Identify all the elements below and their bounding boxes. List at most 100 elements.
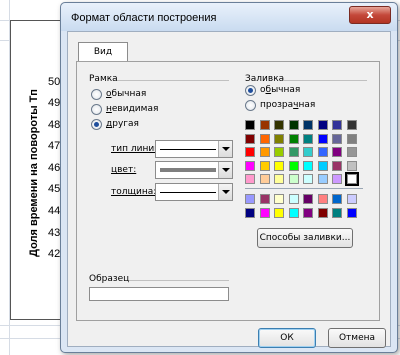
color-swatch[interactable] [245,207,255,218]
y-tick-label: 44 [48,205,61,217]
chevron-down-icon[interactable] [218,141,232,157]
dialog-titlebar[interactable]: Формат области построения x [61,3,397,31]
color-swatch[interactable] [274,133,284,144]
color-swatch[interactable] [274,147,284,157]
color-swatch[interactable] [274,120,284,130]
thickness-preview [160,192,216,193]
color-swatch[interactable] [288,160,299,171]
radio-button-checked[interactable] [91,118,102,130]
radio-button[interactable] [245,99,256,111]
color-swatch[interactable] [346,207,357,218]
option-label: прозрачная [260,100,316,110]
color-swatch[interactable] [288,120,299,130]
color-swatch[interactable] [346,194,357,204]
color-swatch[interactable] [332,174,342,184]
color-swatch[interactable] [317,147,328,157]
cancel-button[interactable]: Отмена [328,328,386,348]
color-swatch[interactable] [344,172,359,186]
chevron-down-icon[interactable] [218,162,232,178]
color-swatch[interactable] [303,133,313,144]
color-swatch[interactable] [259,160,270,171]
border-option-custom[interactable]: другая [91,118,139,130]
line-thickness-dropdown[interactable] [155,183,233,201]
color-swatch[interactable] [245,133,255,144]
color-swatch[interactable] [317,160,328,171]
y-tick-label: 48 [48,119,61,131]
color-swatch[interactable] [332,120,342,130]
color-swatch[interactable] [259,133,270,144]
color-swatch[interactable] [288,194,299,204]
color-label: цвет: [111,165,137,175]
color-swatch[interactable] [288,207,299,218]
color-swatch[interactable] [317,120,328,130]
y-axis-label: Доля времени на повороты Тп [28,89,40,257]
color-swatch[interactable] [288,174,299,184]
radio-button[interactable] [91,103,102,115]
line-preview [160,149,216,150]
y-tick-label: 50 [48,76,61,88]
color-swatch[interactable] [303,160,313,171]
color-swatch[interactable] [303,207,313,218]
option-label: другая [106,119,139,129]
color-swatch[interactable] [259,207,270,218]
color-swatch[interactable] [274,194,284,204]
color-swatch[interactable] [259,120,270,130]
color-swatch[interactable] [332,160,342,171]
color-swatch[interactable] [259,147,270,157]
color-swatch[interactable] [317,194,328,204]
color-swatch[interactable] [332,133,342,144]
color-swatch[interactable] [245,120,255,130]
sample-label: Образец [89,274,130,284]
border-option-regular[interactable]: обычная [91,88,146,100]
border-group-label: Рамка [89,74,118,84]
color-swatch[interactable] [346,133,357,144]
line-type-dropdown[interactable] [155,140,233,158]
color-swatch[interactable] [245,194,255,204]
fill-option-regular[interactable]: обычная [245,84,300,96]
color-swatch[interactable] [332,147,342,157]
color-swatch[interactable] [346,147,357,157]
fill-option-transparent[interactable]: прозрачная [245,99,315,111]
color-swatch[interactable] [274,160,284,171]
color-swatch[interactable] [259,194,270,204]
color-swatch[interactable] [303,120,313,130]
color-swatch[interactable] [245,160,255,171]
color-swatch[interactable] [317,207,328,218]
tab-view[interactable]: Вид [78,42,128,62]
color-swatch[interactable] [274,174,284,184]
color-swatch[interactable] [303,194,313,204]
color-swatch[interactable] [288,133,299,144]
color-swatch[interactable] [317,174,328,184]
chevron-down-icon[interactable] [218,184,232,200]
color-swatch[interactable] [245,174,255,184]
color-swatch[interactable] [303,174,313,184]
color-swatch[interactable] [346,120,357,130]
color-swatch[interactable] [332,194,342,204]
color-swatch[interactable] [245,147,255,157]
format-plot-area-dialog: Формат области построения x Вид Рамка об… [60,2,398,353]
line-color-dropdown[interactable] [155,161,233,179]
fill-group-label: Заливка [245,74,285,84]
tab-panel-view: Рамка обычная невидимая другая тип линии… [76,61,380,321]
thickness-label: толщина: [111,187,157,197]
option-label: обычная [106,89,147,99]
color-swatch[interactable] [274,207,284,218]
ok-button[interactable]: ОК [258,328,316,348]
dialog-body: Вид Рамка обычная невидимая другая тип л… [67,31,391,348]
close-button[interactable]: x [349,6,391,24]
y-tick-label: 43 [48,227,61,239]
option-label: обычная [260,85,301,95]
fill-effects-button[interactable]: Способы заливки... [257,228,353,248]
color-swatch[interactable] [259,174,270,184]
color-swatch[interactable] [303,147,313,157]
radio-button-checked[interactable] [245,84,256,96]
radio-button[interactable] [91,88,102,100]
y-tick-label: 46 [48,162,61,174]
color-swatch[interactable] [288,147,299,157]
color-swatch[interactable] [317,133,328,144]
y-tick-label: 49 [48,97,61,109]
border-option-invisible[interactable]: невидимая [91,103,158,115]
color-swatch[interactable] [346,160,357,171]
y-tick-label: 42 [48,248,61,260]
color-swatch[interactable] [332,207,342,218]
